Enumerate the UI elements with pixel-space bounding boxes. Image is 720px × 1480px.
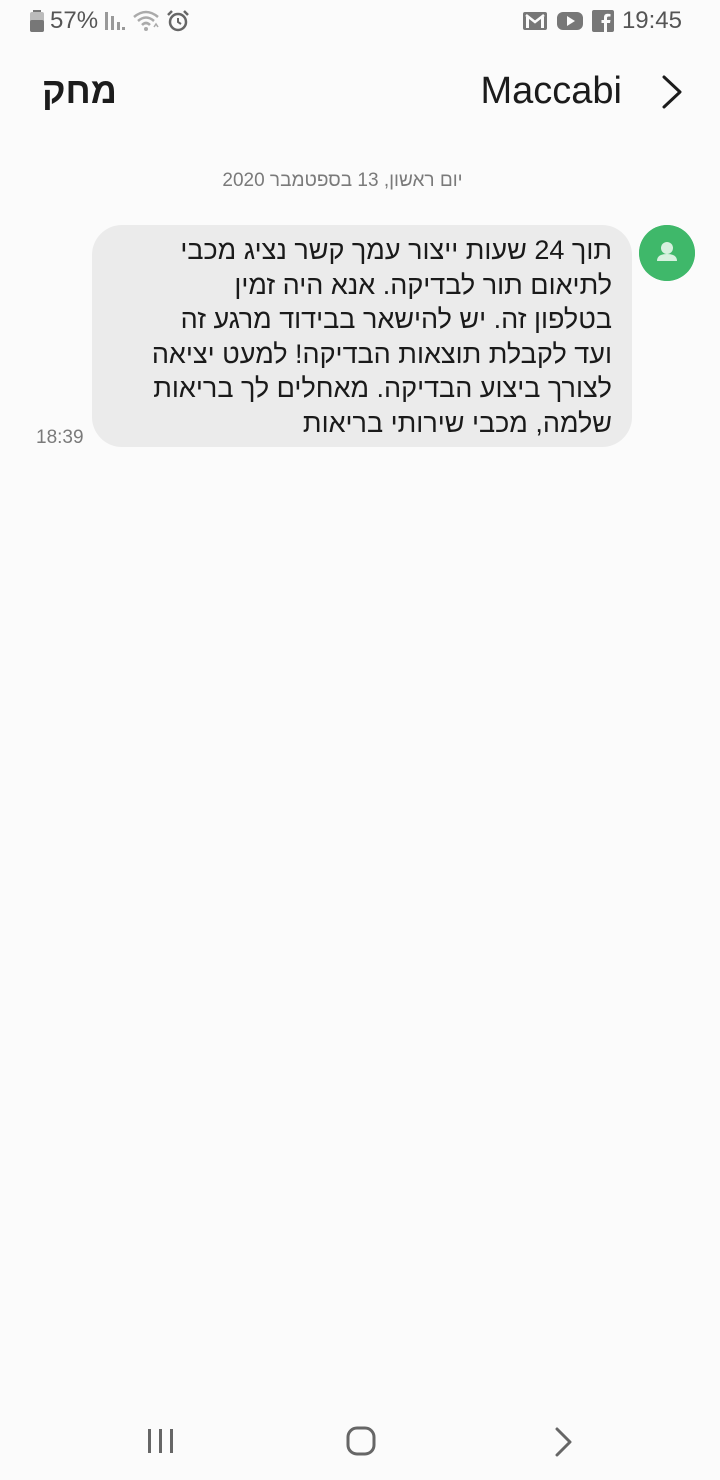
message-time: 18:39 (36, 427, 84, 448)
contact-name: Maccabi (480, 70, 623, 112)
home-icon[interactable] (346, 1426, 376, 1461)
battery-percent: 57% (50, 7, 99, 34)
contact-avatar[interactable] (639, 225, 695, 281)
date-separator: יום ראשון, 13 בספטמבר 2020 (222, 170, 463, 191)
battery-icon (30, 10, 44, 32)
signal-icon (104, 10, 126, 32)
status-left: 57% (30, 7, 190, 34)
person-icon (639, 225, 695, 281)
delete-button[interactable]: מחק (42, 70, 117, 112)
navigation-bar (0, 1400, 720, 1480)
wifi-icon (132, 9, 160, 33)
alarm-icon (166, 9, 190, 33)
message-bubble[interactable]: תוך 24 שעות ייצור עמך קשר נציג מכבי לתיא… (92, 225, 632, 447)
back-icon[interactable] (554, 1427, 574, 1462)
chevron-right-icon[interactable] (658, 72, 688, 112)
status-time: 19:45 (621, 7, 682, 34)
youtube-icon (556, 10, 584, 32)
conversation-header: מחק Maccabi (0, 60, 720, 124)
facebook-icon (591, 10, 614, 32)
status-right: 19:45 (522, 7, 682, 34)
gmail-icon (522, 10, 548, 32)
message-text: תוך 24 שעות ייצור עמך קשר נציג מכבי לתיא… (151, 235, 612, 438)
status-bar: 57% 19:45 (0, 0, 720, 42)
recent-apps-icon[interactable] (146, 1427, 176, 1460)
